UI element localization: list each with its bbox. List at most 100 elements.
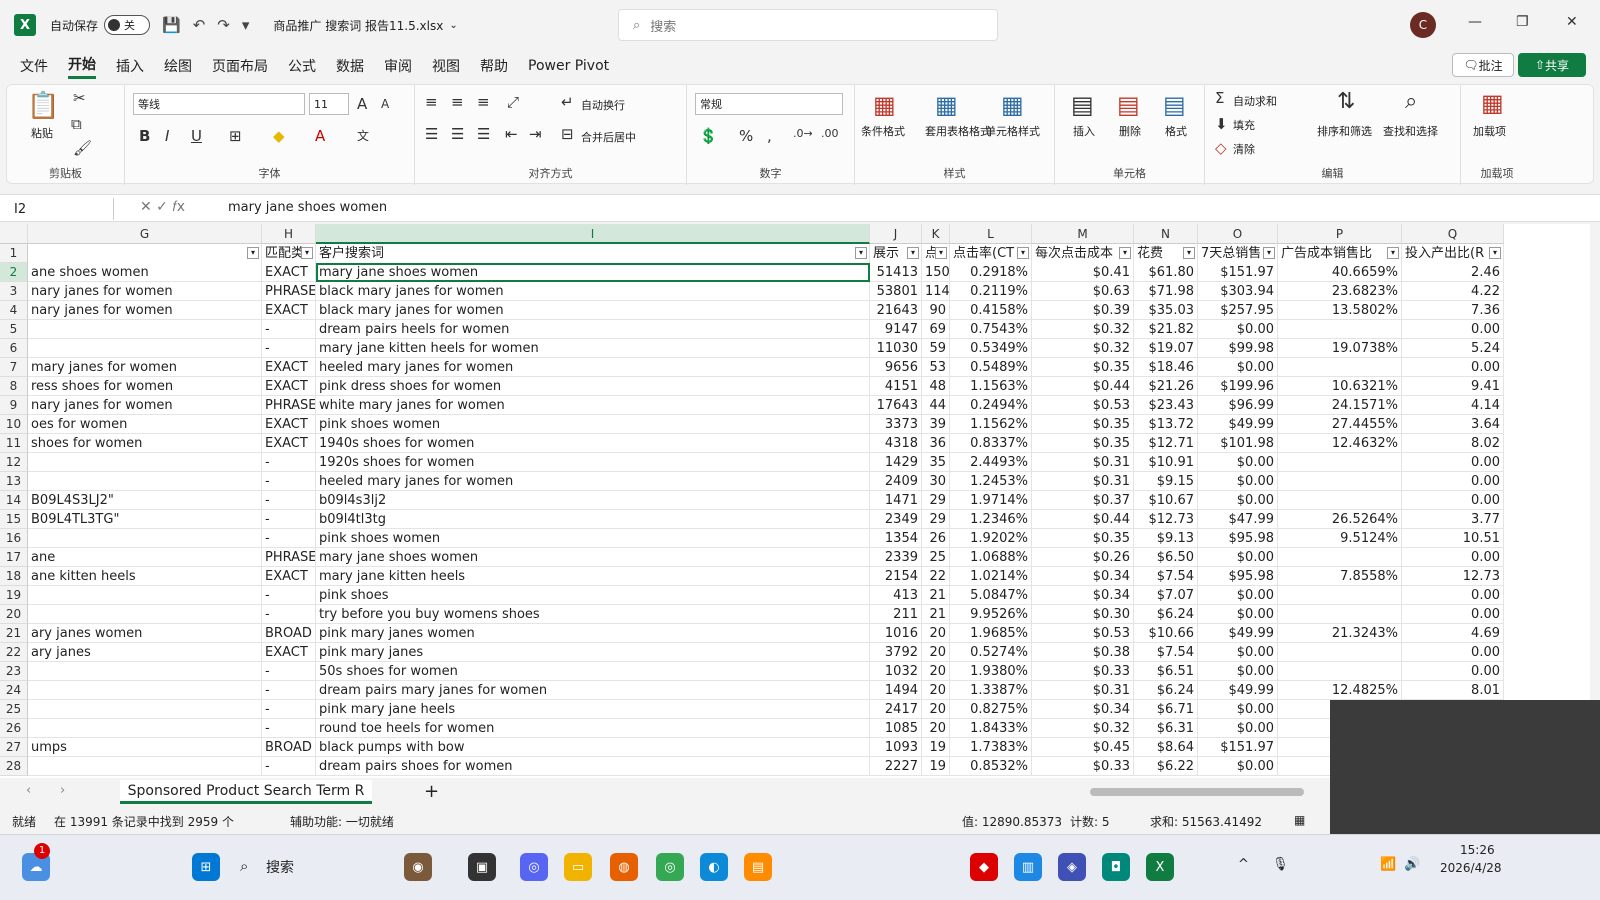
cell[interactable]: 5.0847% <box>950 586 1032 605</box>
column-header[interactable]: N <box>1134 224 1198 244</box>
cell[interactable]: black mary janes for women <box>316 282 870 301</box>
cell[interactable]: PHRASE <box>262 282 316 301</box>
cell[interactable]: 0.00 <box>1402 586 1504 605</box>
copy-icon[interactable]: ⧉ <box>71 115 82 133</box>
menu-item[interactable]: 绘图 <box>164 56 192 76</box>
fill-icon[interactable]: ⬇ <box>1215 115 1228 133</box>
cell[interactable]: $6.31 <box>1134 719 1198 738</box>
cell[interactable]: 1.9685% <box>950 624 1032 643</box>
name-box[interactable]: I2 <box>10 198 114 220</box>
cell[interactable]: 2409 <box>870 472 922 491</box>
cell[interactable]: $61.80 <box>1134 263 1198 282</box>
cell[interactable]: 4.69 <box>1402 624 1504 643</box>
column-header[interactable]: O <box>1198 224 1278 244</box>
cell[interactable]: 2349 <box>870 510 922 529</box>
widget-icon[interactable]: ◉ <box>404 853 432 881</box>
cell[interactable]: PHRASE <box>262 396 316 415</box>
cell[interactable]: mary jane kitten heels for women <box>316 339 870 358</box>
menu-item[interactable]: Power Pivot <box>528 58 609 74</box>
wrap-text-button[interactable]: 自动换行 <box>581 97 625 113</box>
cell[interactable]: $0.34 <box>1032 586 1134 605</box>
cell[interactable]: $0.32 <box>1032 339 1134 358</box>
cell[interactable]: $0.34 <box>1032 567 1134 586</box>
row-number[interactable]: 25 <box>0 700 28 719</box>
app-icon[interactable]: ◘ <box>1102 853 1130 881</box>
cell[interactable]: $49.99 <box>1198 624 1278 643</box>
cell[interactable]: 0.4158% <box>950 301 1032 320</box>
filter-dropdown-icon[interactable]: ▾ <box>855 247 867 259</box>
clock-date[interactable]: 2026/4/28 <box>1440 861 1502 875</box>
table-format-button[interactable]: 套用表格格式 <box>925 123 991 139</box>
cell[interactable]: $7.07 <box>1134 586 1198 605</box>
cell[interactable]: 53 <box>922 358 950 377</box>
cell[interactable]: 1093 <box>870 738 922 757</box>
cell[interactable]: ress shoes for women <box>28 377 262 396</box>
align-middle-icon[interactable]: ≡ <box>451 93 464 111</box>
cell[interactable]: black mary janes for women <box>316 301 870 320</box>
conditional-format-icon[interactable]: ▦ <box>873 91 896 119</box>
cell[interactable] <box>28 529 262 548</box>
start-icon[interactable]: ⊞ <box>192 853 220 881</box>
cell[interactable]: EXACT <box>262 358 316 377</box>
menu-item[interactable]: 公式 <box>288 56 316 76</box>
cell[interactable]: $6.71 <box>1134 700 1198 719</box>
cell[interactable]: 19.0738% <box>1278 339 1402 358</box>
fill-button[interactable]: 填充 <box>1233 117 1255 133</box>
cell[interactable]: $47.99 <box>1198 510 1278 529</box>
cell[interactable]: 0.00 <box>1402 472 1504 491</box>
cell[interactable]: pink mary jane heels <box>316 700 870 719</box>
row-number[interactable]: 28 <box>0 757 28 776</box>
cell[interactable]: $71.98 <box>1134 282 1198 301</box>
cell[interactable]: 3792 <box>870 643 922 662</box>
cell[interactable]: EXACT <box>262 643 316 662</box>
row-number[interactable]: 4 <box>0 301 28 320</box>
cell[interactable]: 1.2346% <box>950 510 1032 529</box>
row-number[interactable]: 20 <box>0 605 28 624</box>
document-title[interactable]: 商品推广 搜索词 报告11.5.xlsx <box>273 17 443 34</box>
cell[interactable]: $0.00 <box>1198 358 1278 377</box>
cell[interactable]: 1.9714% <box>950 491 1032 510</box>
align-right-icon[interactable]: ☰ <box>477 125 490 143</box>
cell[interactable]: 12.4632% <box>1278 434 1402 453</box>
cell[interactable]: $0.53 <box>1032 396 1134 415</box>
cell[interactable]: - <box>262 662 316 681</box>
row-number[interactable]: 14 <box>0 491 28 510</box>
row-number[interactable]: 18 <box>0 567 28 586</box>
autosave-toggle[interactable]: 关 <box>104 15 151 35</box>
cell[interactable]: 1.0214% <box>950 567 1032 586</box>
cell[interactable] <box>1278 472 1402 491</box>
comment-button[interactable]: 🗨 批注 <box>1452 53 1514 77</box>
cell[interactable]: $0.26 <box>1032 548 1134 567</box>
cell[interactable]: $0.00 <box>1198 586 1278 605</box>
cell[interactable]: $0.00 <box>1198 472 1278 491</box>
cell[interactable]: b09l4tl3tg <box>316 510 870 529</box>
cell[interactable]: $257.95 <box>1198 301 1278 320</box>
cell[interactable]: 1940s shoes for women <box>316 434 870 453</box>
cell[interactable]: EXACT <box>262 415 316 434</box>
increase-decimal-icon[interactable]: .0→ <box>793 127 813 140</box>
cell[interactable]: EXACT <box>262 301 316 320</box>
row-number[interactable]: 15 <box>0 510 28 529</box>
header-cell[interactable]: 展示 ▾ <box>870 244 922 263</box>
percent-icon[interactable]: % <box>739 127 753 145</box>
row-number[interactable]: 11 <box>0 434 28 453</box>
column-header[interactable]: Q <box>1402 224 1504 244</box>
font-family-select[interactable]: 等线 <box>133 93 305 115</box>
cell[interactable]: 26.5264% <box>1278 510 1402 529</box>
taskbar-search[interactable]: 搜索 <box>266 857 294 877</box>
cell[interactable]: oes for women <box>28 415 262 434</box>
cell[interactable]: $0.32 <box>1032 719 1134 738</box>
cell[interactable]: mary jane shoes women <box>316 263 870 282</box>
cell[interactable]: $9.15 <box>1134 472 1198 491</box>
task-view-icon[interactable]: ▣ <box>468 853 496 881</box>
menu-item[interactable]: 数据 <box>336 56 364 76</box>
cell[interactable]: 17643 <box>870 396 922 415</box>
cell[interactable]: 20 <box>922 719 950 738</box>
cell[interactable]: 8.01 <box>1402 681 1504 700</box>
autosum-button[interactable]: 自动求和 <box>1233 93 1277 109</box>
insert-icon[interactable]: ▤ <box>1071 91 1094 119</box>
cell[interactable]: dream pairs mary janes for women <box>316 681 870 700</box>
italic-icon[interactable]: I <box>165 127 169 145</box>
cell[interactable]: 2339 <box>870 548 922 567</box>
cell[interactable]: $9.13 <box>1134 529 1198 548</box>
